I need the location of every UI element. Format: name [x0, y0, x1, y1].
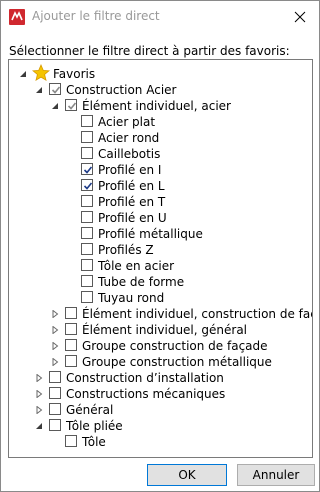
instruction-label: Sélectionner le filtre direct à partir d… — [9, 44, 290, 58]
tree-item[interactable]: Profilé métallique — [9, 226, 312, 242]
tree-item-label: Groupe construction métallique — [82, 355, 272, 369]
tree-item[interactable]: Tôle — [9, 434, 312, 450]
tree-checkbox[interactable] — [49, 371, 61, 383]
collapsed-arrow-icon[interactable] — [35, 406, 43, 414]
tree-item[interactable]: Construction d’installation — [9, 370, 312, 386]
favorites-tree[interactable]: Favoris Construction Acier Élément individ… — [8, 59, 313, 458]
tree-item-label: Profilé en U — [98, 211, 167, 225]
title-bar[interactable]: Ajouter le filtre direct — [1, 1, 319, 33]
dialog-window: Ajouter le filtre direct Sélectionner le… — [0, 0, 320, 492]
tree-item-label: Groupe construction de façade — [82, 339, 268, 353]
cancel-button[interactable]: Annuler — [237, 464, 315, 486]
tree-checkbox[interactable] — [81, 179, 93, 191]
ok-button-label: OK — [178, 468, 196, 482]
tree-checkbox[interactable] — [81, 163, 93, 175]
tree-item-label: Profilé métallique — [98, 227, 203, 241]
expanded-arrow-icon[interactable] — [35, 422, 43, 430]
tree-item-label: Profilé en T — [98, 195, 166, 209]
tree-item[interactable]: Tuyau rond — [9, 290, 312, 306]
tree-item[interactable]: Général — [9, 402, 312, 418]
tree-item[interactable]: Profilés Z — [9, 242, 312, 258]
expanded-arrow-icon[interactable] — [19, 70, 27, 78]
tree-checkbox[interactable] — [65, 323, 77, 335]
collapsed-arrow-icon[interactable] — [35, 390, 43, 398]
star-icon — [32, 64, 50, 82]
tree-item[interactable]: Acier rond — [9, 130, 312, 146]
window-title: Ajouter le filtre direct — [32, 9, 160, 23]
tree-item-label: Élément individuel, acier — [82, 99, 231, 113]
collapsed-arrow-icon[interactable] — [35, 374, 43, 382]
tree-item-label: Élément individuel, général — [82, 323, 247, 337]
tree-checkbox[interactable] — [65, 339, 77, 351]
close-icon — [294, 11, 306, 23]
tree-item[interactable]: Tôle en acier — [9, 258, 312, 274]
collapsed-arrow-icon[interactable] — [51, 326, 59, 334]
cancel-button-label: Annuler — [252, 468, 300, 482]
expanded-arrow-icon[interactable] — [35, 86, 43, 94]
tree-checkbox[interactable] — [81, 131, 93, 143]
tree-checkbox[interactable] — [81, 195, 93, 207]
tree-item-label: Tube de forme — [98, 275, 185, 289]
tree-item-label: Acier rond — [98, 131, 160, 145]
tree-checkbox[interactable] — [81, 275, 93, 287]
tree-item[interactable]: Constructions mécaniques — [9, 386, 312, 402]
tree-item[interactable]: Groupe construction métallique — [9, 354, 312, 370]
tree-checkbox[interactable] — [65, 435, 77, 447]
tree-item-label: Construction d’installation — [66, 371, 224, 385]
tree-item[interactable]: Favoris — [9, 64, 312, 82]
tree-item-label: Tuyau rond — [98, 291, 165, 305]
tree-item[interactable]: Caillebotis — [9, 146, 312, 162]
check-icon — [83, 182, 93, 190]
tree-item[interactable]: Élément individuel, construction de faça… — [9, 306, 312, 322]
close-button[interactable] — [287, 4, 313, 30]
tree-item-label: Général — [66, 403, 114, 417]
app-logo-icon — [9, 9, 25, 25]
tree-item[interactable]: Groupe construction de façade — [9, 338, 312, 354]
tree-item-label: Acier plat — [98, 115, 156, 129]
tree-item-label: Constructions mécaniques — [66, 387, 226, 401]
tree-item[interactable]: Construction Acier — [9, 82, 312, 98]
tree-checkbox[interactable] — [65, 307, 77, 319]
tree-item-label: Tôle — [82, 435, 106, 449]
tree-checkbox[interactable] — [81, 243, 93, 255]
tree-checkbox[interactable] — [81, 259, 93, 271]
ok-button[interactable]: OK — [147, 464, 227, 486]
tree-item-label: Profilé en L — [98, 179, 165, 193]
tree-item[interactable]: Élément individuel, acier — [9, 98, 312, 114]
tree-item-label: Profilés Z — [98, 243, 154, 257]
collapsed-arrow-icon[interactable] — [51, 310, 59, 318]
tree-item[interactable]: Tube de forme — [9, 274, 312, 290]
tree-item-label: Profilé en I — [98, 163, 162, 177]
tree-item-label: Caillebotis — [98, 147, 161, 161]
tree-checkbox[interactable] — [81, 115, 93, 127]
expanded-arrow-icon[interactable] — [51, 102, 59, 110]
tree-checkbox[interactable] — [65, 355, 77, 367]
tree-checkbox[interactable] — [81, 211, 93, 223]
tree-item[interactable]: Profilé en U — [9, 210, 312, 226]
tree-item[interactable]: Élément individuel, général — [9, 322, 312, 338]
tree-item[interactable]: Tôle pliée — [9, 418, 312, 434]
tree-item[interactable]: Profilé en I — [9, 162, 312, 178]
check-icon — [51, 86, 61, 94]
tree-item-label: Construction Acier — [66, 83, 177, 97]
tree-checkbox[interactable] — [49, 419, 61, 431]
tree-item[interactable]: Profilé en T — [9, 194, 312, 210]
tree-item[interactable]: Profilé en L — [9, 178, 312, 194]
tree-item-label: Élément individuel, construction de faça… — [82, 307, 312, 321]
collapsed-arrow-icon[interactable] — [51, 342, 59, 350]
tree-item[interactable]: Acier plat — [9, 114, 312, 130]
tree-checkbox[interactable] — [49, 387, 61, 399]
tree-checkbox[interactable] — [49, 403, 61, 415]
tree-item-label: Favoris — [53, 67, 96, 81]
tree-checkbox[interactable] — [49, 83, 61, 95]
tree-checkbox[interactable] — [81, 227, 93, 239]
tree-checkbox[interactable] — [81, 147, 93, 159]
tree-checkbox[interactable] — [81, 291, 93, 303]
tree-item-label: Tôle pliée — [66, 419, 123, 433]
check-icon — [67, 102, 77, 110]
collapsed-arrow-icon[interactable] — [51, 358, 59, 366]
check-icon — [83, 166, 93, 174]
tree-item-label: Tôle en acier — [98, 259, 175, 273]
tree-checkbox[interactable] — [65, 99, 77, 111]
